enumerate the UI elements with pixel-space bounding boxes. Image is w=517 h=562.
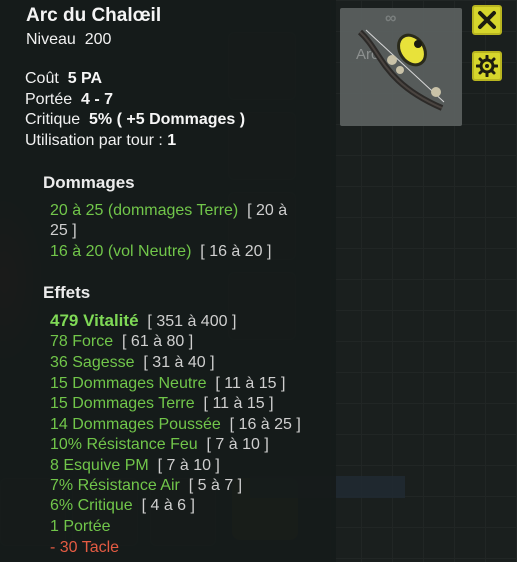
uses-value: 1: [167, 132, 177, 149]
damage-line: 16 à 20 (vol Neutre) [ 16 à 20 ]: [50, 242, 271, 262]
effect-line-malus: - 30 Tacle: [50, 539, 120, 556]
damage-main: 20 à 25 (dommages Terre): [50, 202, 239, 219]
cost-label: Coût: [25, 70, 59, 87]
effect-range: [ 7 à 10 ]: [157, 457, 220, 474]
effect-line: 15 Dommages Terre [ 11 à 15 ]: [50, 394, 274, 414]
effect-main: 8 Esquive PM: [50, 457, 149, 474]
damage-line: 20 à 25 (dommages Terre) [ 20 à: [50, 201, 287, 221]
effect-range: [ 11 à 15 ]: [215, 375, 286, 392]
damage-range-wrap: 25 ]: [50, 222, 77, 239]
effect-line: 14 Dommages Poussée [ 16 à 25 ]: [50, 415, 301, 435]
effect-line: 8 Esquive PM [ 7 à 10 ]: [50, 456, 220, 476]
effect-main: 78 Force: [50, 333, 114, 350]
effect-main: 7% Résistance Air: [50, 477, 180, 494]
effect-main: 36 Sagesse: [50, 354, 135, 371]
effect-line: 36 Sagesse [ 31 à 40 ]: [50, 353, 215, 373]
critical-row: Critique 5% ( +5 Dommages ): [25, 110, 245, 130]
effect-range: [ 61 à 80 ]: [122, 333, 194, 350]
effect-line: 15 Dommages Neutre [ 11 à 15 ]: [50, 374, 285, 394]
effect-main: 10% Résistance Feu: [50, 436, 198, 453]
close-icon: [478, 11, 496, 29]
effect-line: 10% Résistance Feu [ 7 à 10 ]: [50, 435, 269, 455]
uses-row: Utilisation par tour : 1: [25, 131, 176, 151]
item-name: Arc du Chalœil: [26, 5, 162, 26]
effect-line: 1 Portée: [50, 518, 111, 535]
effect-main: 6% Critique: [50, 497, 133, 514]
range-value: 4 - 7: [81, 91, 114, 108]
range-label: Portée: [25, 91, 73, 108]
critical-label: Critique: [25, 111, 81, 128]
effect-line: 6% Critique [ 4 à 6 ]: [50, 496, 195, 516]
bow-icon: [357, 29, 445, 111]
effect-range: [ 4 à 6 ]: [141, 497, 195, 514]
effect-range: [ 16 à 25 ]: [229, 416, 301, 433]
critical-value: 5% ( +5 Dommages ): [89, 111, 246, 128]
effect-range: [ 351 à 400 ]: [147, 313, 237, 330]
damage-range: [ 20 à: [247, 202, 288, 219]
item-tooltip: Arc du Chalœil Niveau 200 Coût 5 PA Port…: [0, 0, 336, 562]
damage-heading: Dommages: [43, 173, 135, 192]
effect-main: 15 Dommages Terre: [50, 395, 195, 412]
effect-line: 479 Vitalité [ 351 à 400 ]: [50, 311, 236, 332]
cost-row: Coût 5 PA: [25, 69, 102, 89]
uses-label: Utilisation par tour :: [25, 132, 163, 149]
level-value: 200: [84, 31, 112, 48]
cost-value: 5 PA: [67, 70, 103, 87]
effect-main: 15 Dommages Neutre: [50, 375, 207, 392]
effect-range: [ 31 à 40 ]: [143, 354, 215, 371]
effect-range: [ 7 à 10 ]: [206, 436, 269, 453]
range-row: Portée 4 - 7: [25, 90, 113, 110]
effect-range: [ 5 à 7 ]: [188, 477, 243, 494]
effect-line: 78 Force [ 61 à 80 ]: [50, 332, 193, 352]
settings-button[interactable]: [472, 51, 502, 81]
level-label: Niveau: [26, 31, 76, 48]
game-scene: Arc du Chalœil Niveau 200 Coût 5 PA Port…: [0, 0, 517, 562]
gear-icon: [476, 55, 498, 77]
damage-range: [ 16 à 20 ]: [200, 243, 272, 260]
effects-heading: Effets: [43, 283, 91, 302]
effect-range: [ 11 à 15 ]: [203, 395, 274, 412]
effect-line: 7% Résistance Air [ 5 à 7 ]: [50, 476, 242, 496]
effect-main: 479 Vitalité: [50, 311, 139, 330]
damage-main: 16 à 20 (vol Neutre): [50, 243, 192, 260]
effect-main: 14 Dommages Poussée: [50, 416, 221, 433]
item-level: Niveau 200: [26, 30, 111, 50]
close-button[interactable]: [472, 5, 502, 35]
